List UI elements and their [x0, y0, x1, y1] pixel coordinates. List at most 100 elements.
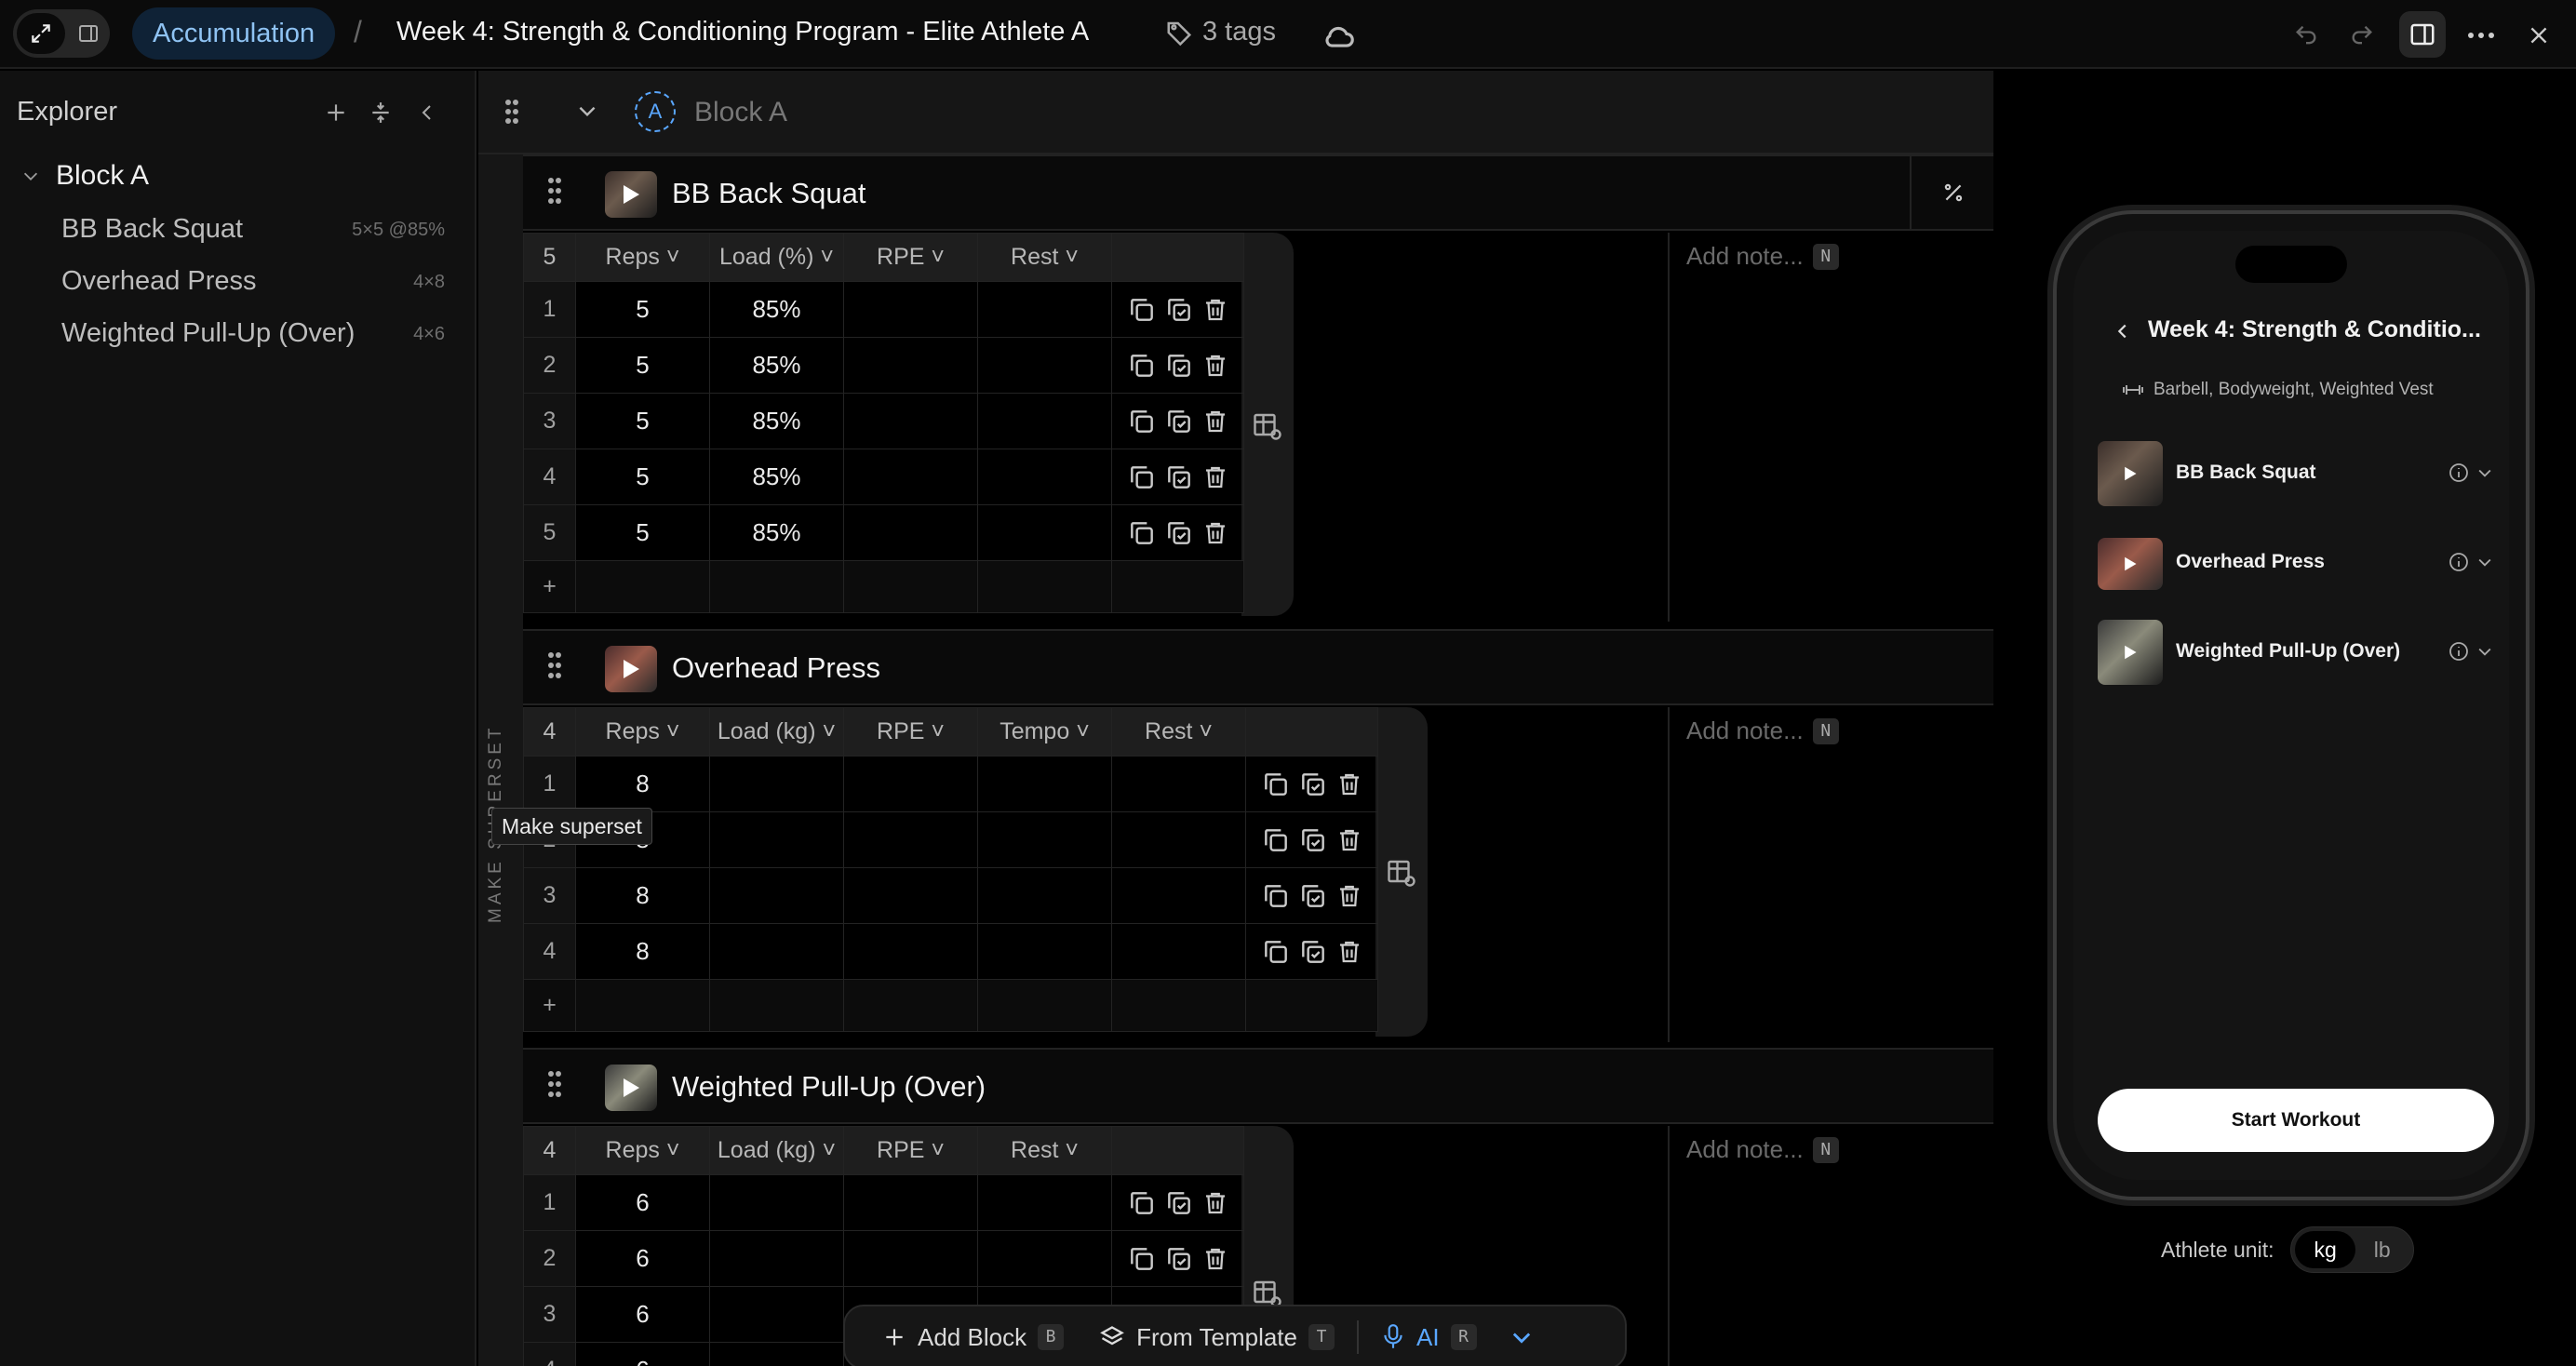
start-workout-button[interactable]: Start Workout: [2098, 1089, 2494, 1152]
collapse-sidebar-icon[interactable]: [411, 97, 443, 128]
info-icon[interactable]: [2448, 640, 2470, 663]
redo-icon[interactable]: [2343, 17, 2381, 54]
rest-cell[interactable]: [1111, 923, 1246, 980]
preview-exercise-item[interactable]: BB Back Squat: [2098, 441, 2507, 506]
rest-cell[interactable]: [977, 337, 1112, 394]
copy-check-icon[interactable]: [1164, 407, 1194, 436]
load-cell[interactable]: [709, 756, 844, 812]
duplicate-icon[interactable]: [1127, 518, 1157, 548]
trash-icon[interactable]: [1201, 295, 1229, 325]
reps-cell[interactable]: 5: [575, 337, 710, 394]
copy-check-icon[interactable]: [1164, 1244, 1194, 1274]
column-header[interactable]: Reps ˅: [575, 233, 710, 282]
reps-cell[interactable]: 6: [575, 1342, 710, 1366]
rpe-cell[interactable]: [843, 811, 978, 868]
load-cell[interactable]: [709, 1174, 844, 1231]
duplicate-icon[interactable]: [1261, 825, 1291, 855]
rest-cell[interactable]: [977, 1174, 1112, 1231]
close-icon[interactable]: [2520, 17, 2557, 54]
undo-icon[interactable]: [2288, 17, 2325, 54]
reps-cell[interactable]: 6: [575, 1230, 710, 1287]
load-cell[interactable]: 85%: [709, 449, 844, 505]
trash-icon[interactable]: [1201, 1244, 1229, 1274]
collapse-all-icon[interactable]: [365, 97, 396, 128]
load-cell[interactable]: [709, 867, 844, 924]
rest-cell[interactable]: [1111, 756, 1246, 812]
add-note-input[interactable]: Add note... N: [1686, 716, 1839, 745]
table-settings-icon[interactable]: [1385, 856, 1418, 890]
trash-icon[interactable]: [1335, 770, 1363, 799]
copy-check-icon[interactable]: [1164, 351, 1194, 381]
load-cell[interactable]: [709, 1342, 844, 1366]
load-cell[interactable]: [709, 923, 844, 980]
trash-icon[interactable]: [1335, 825, 1363, 855]
page-title[interactable]: Week 4: Strength & Conditioning Program …: [396, 17, 1089, 47]
duplicate-icon[interactable]: [1261, 937, 1291, 967]
ai-button[interactable]: AI R: [1381, 1323, 1477, 1352]
rpe-cell[interactable]: [843, 449, 978, 505]
duplicate-icon[interactable]: [1127, 295, 1157, 325]
chevron-down-icon[interactable]: [575, 99, 599, 123]
copy-check-icon[interactable]: [1164, 1188, 1194, 1218]
drag-handle-icon[interactable]: [547, 177, 562, 205]
column-header[interactable]: Rest ˅: [977, 1126, 1112, 1175]
duplicate-icon[interactable]: [1127, 1188, 1157, 1218]
exercise-video-thumbnail[interactable]: [605, 646, 657, 692]
preview-panel-icon[interactable]: [2399, 11, 2446, 58]
rpe-cell[interactable]: [843, 504, 978, 561]
more-icon[interactable]: [2462, 17, 2500, 54]
reps-cell[interactable]: 5: [575, 393, 710, 449]
reps-cell[interactable]: 8: [575, 923, 710, 980]
info-icon[interactable]: [2448, 462, 2470, 484]
rest-cell[interactable]: [977, 281, 1112, 338]
sidebar-panel-icon[interactable]: [71, 13, 106, 54]
rest-cell[interactable]: [977, 449, 1112, 505]
add-block-button[interactable]: Add Block B: [882, 1323, 1065, 1352]
unit-kg-option[interactable]: kg: [2295, 1231, 2355, 1268]
load-cell[interactable]: [709, 811, 844, 868]
chevron-down-icon[interactable]: [2475, 553, 2494, 571]
add-set-button[interactable]: +: [523, 979, 576, 1032]
load-cell[interactable]: [709, 1230, 844, 1287]
rest-cell[interactable]: [1111, 867, 1246, 924]
sidebar-item-overhead-press[interactable]: Overhead Press: [61, 266, 257, 297]
column-header[interactable]: RPE ˅: [843, 707, 978, 757]
drag-handle-icon[interactable]: [547, 651, 562, 679]
preview-exercise-item[interactable]: Weighted Pull-Up (Over): [2098, 620, 2507, 685]
rpe-cell[interactable]: [843, 923, 978, 980]
rpe-cell[interactable]: [843, 1230, 978, 1287]
trash-icon[interactable]: [1335, 881, 1363, 911]
trash-icon[interactable]: [1201, 351, 1229, 381]
column-header[interactable]: RPE ˅: [843, 233, 978, 282]
column-header[interactable]: Reps ˅: [575, 1126, 710, 1175]
breadcrumb-accumulation[interactable]: Accumulation: [132, 7, 336, 60]
copy-check-icon[interactable]: [1164, 295, 1194, 325]
from-template-button[interactable]: From Template T: [1099, 1323, 1335, 1352]
rpe-cell[interactable]: [843, 393, 978, 449]
expand-icon[interactable]: [17, 13, 65, 54]
rest-cell[interactable]: [977, 504, 1112, 561]
rest-cell[interactable]: [977, 393, 1112, 449]
load-cell[interactable]: 85%: [709, 504, 844, 561]
copy-check-icon[interactable]: [1298, 881, 1328, 911]
add-row[interactable]: +: [523, 979, 1378, 1032]
toolbar-more-button[interactable]: [1509, 1324, 1535, 1350]
column-header[interactable]: Load (%) ˅: [709, 233, 844, 282]
duplicate-icon[interactable]: [1127, 351, 1157, 381]
tempo-cell[interactable]: [977, 867, 1112, 924]
preview-exercise-item[interactable]: Overhead Press: [2098, 530, 2507, 596]
duplicate-icon[interactable]: [1261, 881, 1291, 911]
drag-handle-icon[interactable]: [504, 99, 519, 125]
column-header[interactable]: Load (kg) ˅: [709, 1126, 844, 1175]
copy-check-icon[interactable]: [1164, 462, 1194, 492]
add-row[interactable]: +: [523, 560, 1244, 613]
sidebar-block-a[interactable]: Block A: [20, 160, 149, 192]
exercise-title[interactable]: Weighted Pull-Up (Over): [672, 1070, 986, 1104]
rest-cell[interactable]: [977, 1230, 1112, 1287]
column-header[interactable]: Rest ˅: [977, 233, 1112, 282]
add-note-input[interactable]: Add note... N: [1686, 1135, 1839, 1164]
sidebar-item-bb-back-squat[interactable]: BB Back Squat: [61, 214, 243, 245]
reps-cell[interactable]: 5: [575, 281, 710, 338]
column-header[interactable]: Rest ˅: [1111, 707, 1246, 757]
cloud-sync-icon[interactable]: [1320, 17, 1359, 54]
